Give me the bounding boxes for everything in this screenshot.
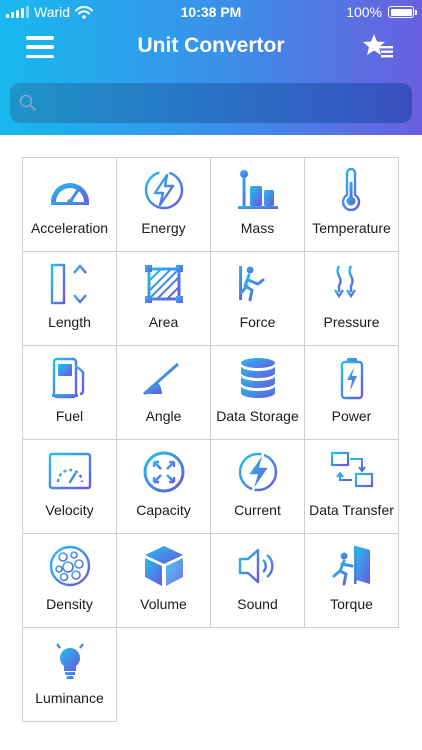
unit-tile-temperature[interactable]: Temperature — [304, 157, 399, 252]
angle-icon — [142, 362, 184, 396]
unit-label: Energy — [141, 220, 186, 236]
unit-tile-velocity[interactable]: Velocity — [22, 439, 117, 534]
unit-label: Mass — [240, 220, 275, 236]
unit-tile-volume[interactable]: Volume — [116, 533, 211, 628]
torque-door-icon — [332, 546, 370, 586]
density-circles-icon — [49, 545, 90, 587]
database-icon — [240, 358, 275, 398]
favorites-list-icon[interactable] — [362, 32, 394, 62]
search-bar — [10, 83, 412, 123]
unit-tile-capacity[interactable]: Capacity — [116, 439, 211, 534]
unit-tile-torque[interactable]: Torque — [304, 533, 399, 628]
unit-tile-data-storage[interactable]: Data Storage — [210, 345, 305, 440]
unit-label: Force — [239, 314, 276, 330]
unit-label: Acceleration — [30, 220, 109, 236]
unit-label: Area — [148, 314, 179, 330]
speaker-icon — [238, 548, 273, 584]
unit-tile-power[interactable]: Power — [304, 345, 399, 440]
speedometer-icon — [50, 183, 89, 205]
unit-tile-energy[interactable]: Energy — [116, 157, 211, 252]
battery-status-icon — [388, 6, 417, 18]
unit-tile-data-transfer[interactable]: Data Transfer — [304, 439, 399, 534]
area-square-icon — [144, 265, 183, 303]
unit-label: Pressure — [323, 314, 380, 330]
unit-label: Data Transfer — [309, 502, 394, 518]
unit-tile-density[interactable]: Density — [22, 533, 117, 628]
unit-label: Current — [234, 502, 281, 518]
unit-label: Power — [331, 408, 372, 424]
unit-label: Density — [46, 596, 93, 612]
pressure-arrows-icon — [333, 265, 370, 299]
unit-tile-length[interactable]: Length — [22, 251, 117, 346]
unit-tile-luminance[interactable]: Luminance — [22, 627, 117, 722]
data-transfer-icon — [330, 451, 373, 491]
energy-bolt-icon — [144, 170, 183, 210]
app-header: Warid 10:38 PM 100% Unit Convertor — [0, 0, 422, 135]
nav-bar: Unit Convertor — [0, 28, 422, 68]
status-right: 100% — [346, 4, 417, 20]
unit-label: Data Storage — [216, 408, 299, 424]
page-title: Unit Convertor — [137, 34, 285, 57]
unit-tile-area[interactable]: Area — [116, 251, 211, 346]
light-bulb-icon — [50, 639, 89, 679]
unit-label: Velocity — [45, 502, 94, 518]
search-icon — [19, 94, 36, 111]
unit-label: Temperature — [312, 220, 391, 236]
unit-label: Capacity — [136, 502, 191, 518]
unit-tile-sound[interactable]: Sound — [210, 533, 305, 628]
unit-label: Length — [48, 314, 91, 330]
mass-weights-icon — [237, 170, 278, 209]
thermometer-icon — [341, 168, 364, 212]
velocity-gauge-icon — [48, 452, 91, 490]
unit-label: Sound — [237, 596, 278, 612]
force-runner-icon — [238, 266, 277, 302]
unit-tile-mass[interactable]: Mass — [210, 157, 305, 252]
cube-icon — [144, 546, 183, 586]
unit-tile-angle[interactable]: Angle — [116, 345, 211, 440]
unit-tile-force[interactable]: Force — [210, 251, 305, 346]
status-bar: Warid 10:38 PM 100% — [0, 0, 422, 24]
unit-tile-pressure[interactable]: Pressure — [304, 251, 399, 346]
current-bolt-icon — [238, 451, 277, 493]
unit-label: Luminance — [35, 690, 104, 706]
unit-label: Angle — [145, 408, 182, 424]
search-input[interactable] — [46, 83, 406, 123]
unit-label: Fuel — [55, 408, 84, 424]
unit-label: Torque — [330, 596, 373, 612]
capacity-expand-icon — [143, 451, 184, 493]
unit-tile-fuel[interactable]: Fuel — [22, 345, 117, 440]
battery-icon — [340, 358, 363, 400]
fuel-pump-icon — [51, 357, 84, 399]
battery-percent: 100% — [346, 4, 382, 20]
unit-tile-current[interactable]: Current — [210, 439, 305, 534]
unit-tile-acceleration[interactable]: Acceleration — [22, 157, 117, 252]
unit-label: Volume — [140, 596, 187, 612]
ruler-icon — [50, 263, 87, 305]
